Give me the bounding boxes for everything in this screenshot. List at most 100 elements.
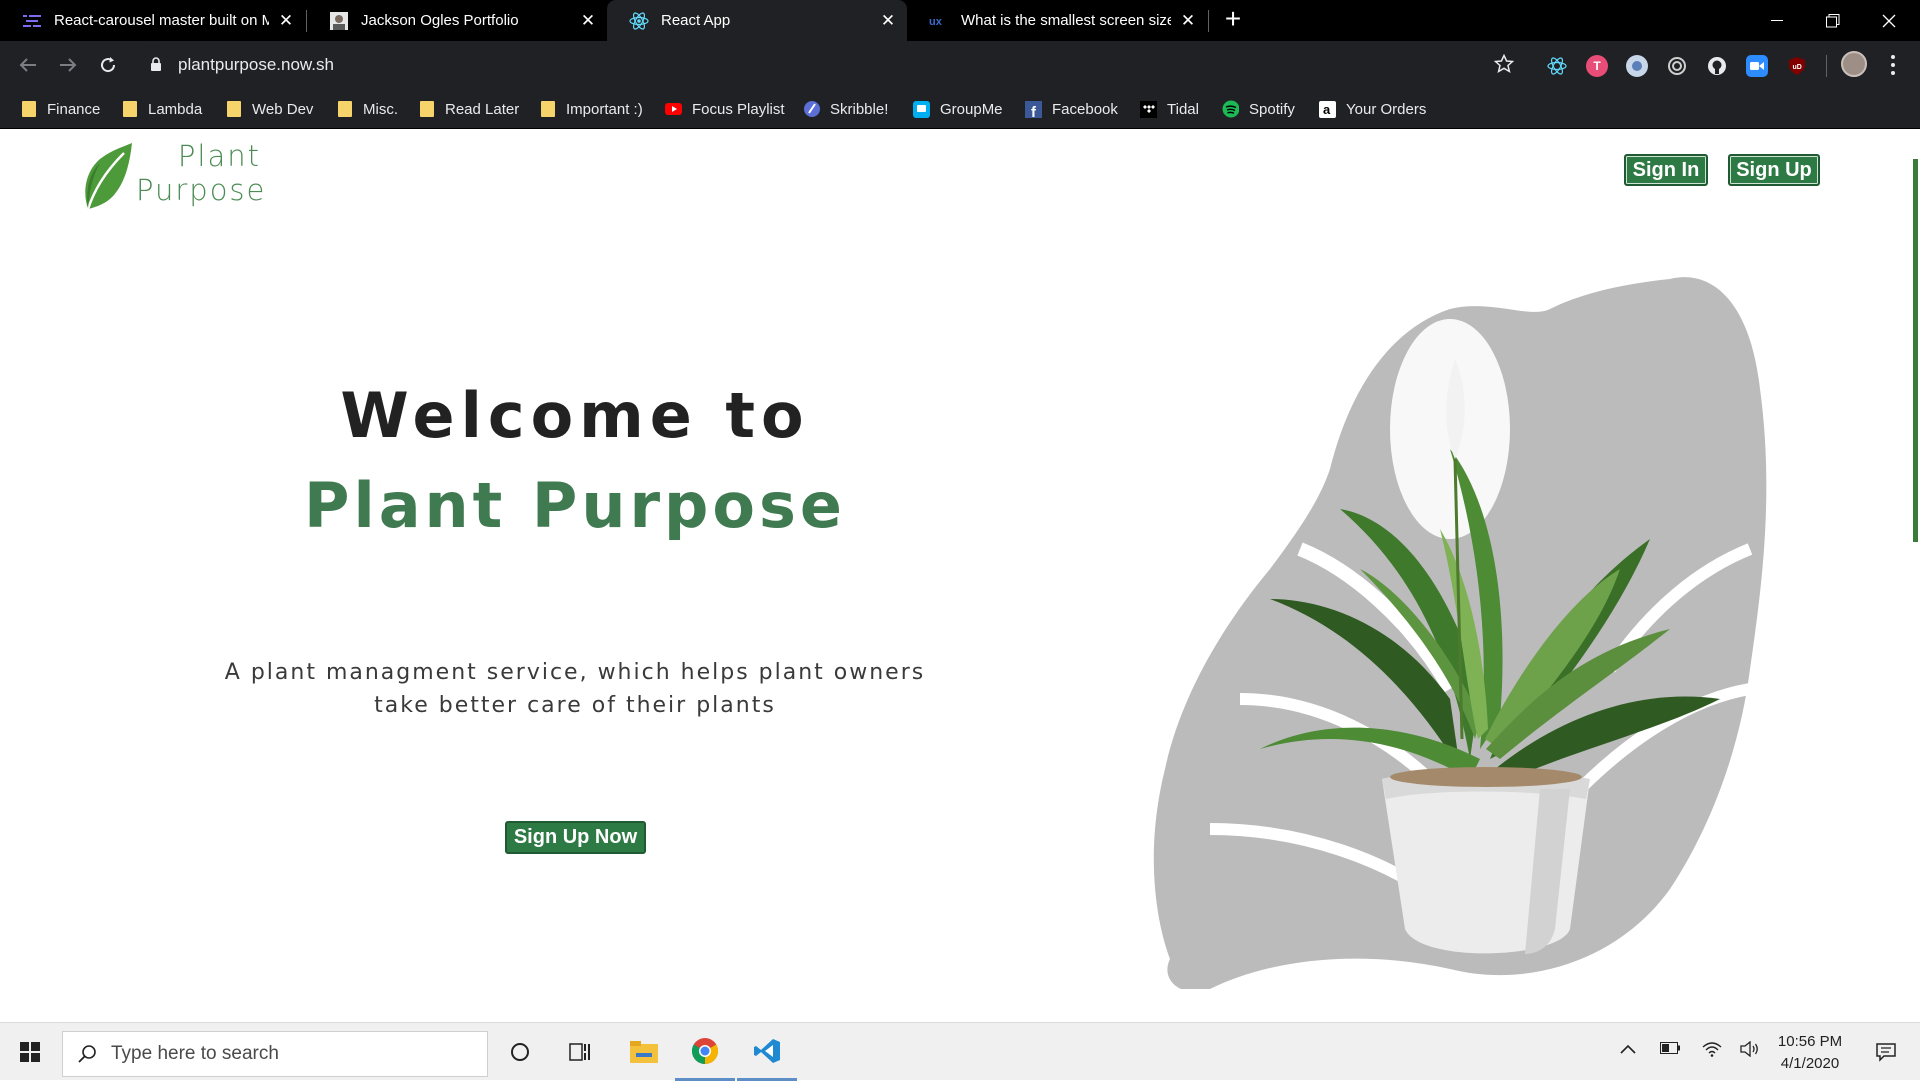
bookmark-facebook[interactable]: f Facebook xyxy=(1025,98,1118,120)
bookmark-label: Focus Playlist xyxy=(692,100,785,118)
folder-icon xyxy=(418,101,435,118)
sign-up-button[interactable]: Sign Up xyxy=(1728,154,1820,186)
hero-heading-welcome: Welcome to xyxy=(340,379,810,452)
wifi-icon xyxy=(1702,1042,1722,1057)
bookmark-spotify[interactable]: Spotify xyxy=(1222,98,1295,120)
folder-icon xyxy=(20,101,37,118)
forward-button[interactable] xyxy=(52,49,84,81)
bookmark-read-later[interactable]: Read Later xyxy=(418,98,519,120)
minimize-window-button[interactable] xyxy=(1749,0,1805,41)
back-button[interactable] xyxy=(12,49,44,81)
ublock-origin-icon[interactable]: uD xyxy=(1786,55,1808,77)
bookmark-skribble[interactable]: Skribble! xyxy=(803,98,888,120)
vscode-icon xyxy=(754,1038,780,1063)
web-page: Plant Purpose Sign In Sign Up Welcome to… xyxy=(0,129,1920,1022)
logo-line-purpose: Purpose xyxy=(136,173,267,207)
system-clock[interactable]: 10:56 PM 4/1/2020 xyxy=(1770,1031,1850,1075)
tab-separator xyxy=(1208,10,1209,32)
bookmark-label: Misc. xyxy=(363,100,398,118)
scrollbar-thumb[interactable] xyxy=(1913,159,1918,542)
github-icon[interactable] xyxy=(1706,55,1728,77)
bookmarks-bar: Finance Lambda Web Dev Misc. Read Later … xyxy=(0,89,1920,129)
profile-avatar[interactable] xyxy=(1841,51,1867,77)
bookmark-tidal[interactable]: Tidal xyxy=(1140,98,1199,120)
taskbar-search-box[interactable]: Type here to search xyxy=(62,1031,488,1077)
bookmark-important[interactable]: Important :) xyxy=(539,98,643,120)
clock-date: 4/1/2020 xyxy=(1780,1055,1840,1072)
hero-heading-brand: Plant Purpose xyxy=(304,469,846,542)
show-hidden-icons-button[interactable] xyxy=(1620,1041,1636,1059)
volume-control[interactable] xyxy=(1740,1040,1760,1062)
close-tab-icon[interactable]: ✕ xyxy=(1177,10,1199,32)
cortana-button[interactable] xyxy=(490,1023,550,1081)
restore-window-button[interactable] xyxy=(1805,0,1861,41)
tab-title: Jackson Ogles Portfolio xyxy=(361,12,519,29)
zoom-extension-icon[interactable] xyxy=(1746,55,1768,77)
folder-icon xyxy=(121,101,138,118)
sign-in-button[interactable]: Sign In xyxy=(1624,154,1708,186)
chrome-taskbar-button[interactable] xyxy=(675,1023,735,1081)
search-placeholder: Type here to search xyxy=(111,1043,279,1064)
reload-button[interactable] xyxy=(92,49,124,81)
url-text: plantpurpose.now.sh xyxy=(178,55,334,74)
bookmark-label: Important :) xyxy=(566,100,643,118)
bookmark-star-icon[interactable] xyxy=(1493,53,1515,79)
reload-icon xyxy=(101,57,116,73)
new-tab-button[interactable]: + xyxy=(1220,5,1246,33)
battery-icon xyxy=(1660,1042,1680,1054)
tab-react-carousel[interactable]: React-carousel master built on M ✕ xyxy=(0,0,305,41)
hero-plant-illustration xyxy=(1153,277,1767,989)
vscode-taskbar-button[interactable] xyxy=(737,1023,797,1081)
task-view-button[interactable] xyxy=(550,1023,610,1081)
browser-menu-button[interactable] xyxy=(1884,53,1902,77)
bookmark-label: Your Orders xyxy=(1346,100,1427,118)
tab-react-app[interactable]: React App ✕ xyxy=(607,0,907,41)
clock-time: 10:56 PM xyxy=(1777,1033,1843,1050)
target-extension-icon[interactable] xyxy=(1666,55,1688,77)
back-arrow-icon xyxy=(19,58,36,72)
bookmark-web-dev[interactable]: Web Dev xyxy=(225,98,313,120)
bookmark-your-orders[interactable]: a Your Orders xyxy=(1319,98,1426,120)
cortana-icon xyxy=(511,1043,529,1061)
sign-up-now-button[interactable]: Sign Up Now xyxy=(505,821,646,854)
bookmark-lambda[interactable]: Lambda xyxy=(121,98,202,120)
spotify-icon xyxy=(1222,100,1239,118)
browser-toolbar: plantpurpose.now.sh T uD xyxy=(0,41,1920,89)
react-devtools-extension-icon[interactable] xyxy=(1546,55,1568,77)
t-extension-icon[interactable]: T xyxy=(1586,55,1608,77)
svg-text:a: a xyxy=(1323,102,1331,117)
file-explorer-button[interactable] xyxy=(614,1023,674,1081)
windows-logo-icon xyxy=(20,1042,40,1062)
bookmark-focus-playlist[interactable]: Focus Playlist xyxy=(665,98,785,120)
amazon-icon: a xyxy=(1319,100,1336,118)
bookmark-finance[interactable]: Finance xyxy=(20,98,100,120)
tidal-icon xyxy=(1140,100,1157,118)
close-window-button[interactable] xyxy=(1861,0,1917,41)
tab-title: React-carousel master built on M xyxy=(54,12,269,29)
forward-arrow-icon xyxy=(60,58,77,72)
facebook-icon: f xyxy=(1025,100,1042,118)
close-tab-icon[interactable]: ✕ xyxy=(577,10,599,32)
network-status[interactable] xyxy=(1702,1041,1722,1062)
tab-jackson-ogles-portfolio[interactable]: Jackson Ogles Portfolio ✕ xyxy=(307,0,607,41)
hero-description: A plant managment service, which helps p… xyxy=(200,656,950,722)
folder-icon xyxy=(225,101,242,118)
page-scrollbar[interactable] xyxy=(1912,129,1920,1022)
address-bar[interactable]: plantpurpose.now.sh xyxy=(136,46,1522,84)
start-button[interactable] xyxy=(0,1023,60,1081)
white-plant-pot xyxy=(1382,767,1590,954)
tab-smallest-screen-size[interactable]: ux What is the smallest screen size y ✕ xyxy=(907,0,1207,41)
site-logo[interactable]: Plant Purpose xyxy=(80,139,280,211)
battery-status[interactable] xyxy=(1660,1041,1680,1059)
action-center-button[interactable] xyxy=(1856,1023,1916,1081)
react-icon xyxy=(629,11,649,31)
close-tab-icon[interactable]: ✕ xyxy=(275,10,297,32)
chrome-icon xyxy=(691,1037,719,1064)
logo-wordmark: Plant Purpose xyxy=(136,139,267,207)
groupme-icon xyxy=(913,100,930,118)
bookmark-misc[interactable]: Misc. xyxy=(336,98,398,120)
carousel-icon xyxy=(22,11,42,31)
close-tab-icon[interactable]: ✕ xyxy=(877,10,899,32)
bookmark-groupme[interactable]: GroupMe xyxy=(913,98,1003,120)
circle-extension-icon[interactable] xyxy=(1626,55,1648,77)
